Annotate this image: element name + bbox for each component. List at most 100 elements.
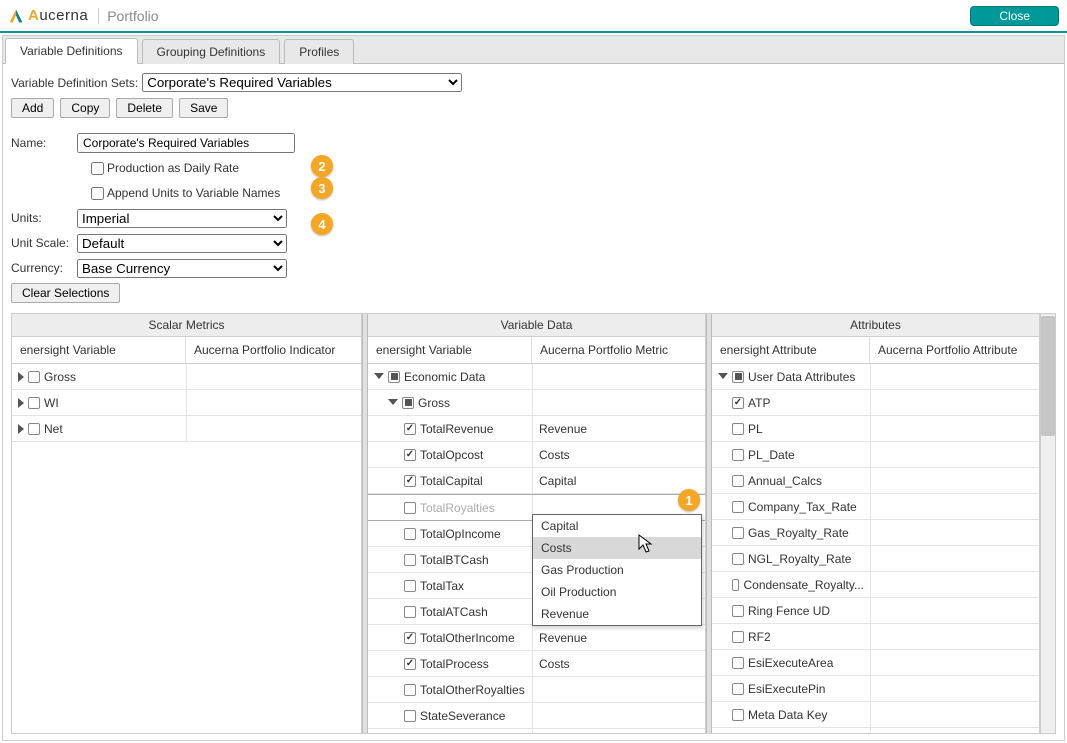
daily-rate-checkbox[interactable] xyxy=(91,162,104,175)
checkbox[interactable] xyxy=(732,371,744,383)
checkbox[interactable] xyxy=(732,397,744,409)
metric-cell[interactable] xyxy=(532,677,705,702)
metric-dropdown[interactable]: CapitalCostsGas ProductionOil Production… xyxy=(532,514,702,626)
checkbox[interactable] xyxy=(402,397,414,409)
attr-row[interactable]: RF2 xyxy=(712,624,1039,650)
attr-row[interactable]: Ring Fence UD xyxy=(712,598,1039,624)
attr-row[interactable]: PL_Date xyxy=(712,442,1039,468)
expand-icon[interactable] xyxy=(18,398,24,408)
scalar-row[interactable]: Gross xyxy=(12,364,361,390)
attr-row[interactable]: NGL_Royalty_Rate xyxy=(712,546,1039,572)
vdata-row[interactable]: TotalCapitalCapital xyxy=(368,468,705,494)
checkbox[interactable] xyxy=(404,606,416,618)
copy-button[interactable]: Copy xyxy=(60,98,110,118)
attr-row[interactable]: EsiExecuteArea xyxy=(712,650,1039,676)
vdata-col1[interactable]: enersight Variable xyxy=(368,337,532,363)
checkbox[interactable] xyxy=(732,501,744,513)
checkbox[interactable] xyxy=(732,553,744,565)
checkbox[interactable] xyxy=(732,475,744,487)
checkbox[interactable] xyxy=(404,449,416,461)
checkbox[interactable] xyxy=(732,579,739,591)
delete-button[interactable]: Delete xyxy=(116,98,173,118)
checkbox[interactable] xyxy=(732,631,744,643)
tab-variable-definitions[interactable]: Variable Definitions xyxy=(5,38,138,64)
metric-cell[interactable] xyxy=(532,703,705,728)
checkbox[interactable] xyxy=(732,709,744,721)
attrs-col2[interactable]: Aucerna Portfolio Attribute xyxy=(870,337,1039,363)
dropdown-option[interactable]: Capital xyxy=(533,515,701,537)
checkbox[interactable] xyxy=(28,423,40,435)
append-units-checkbox[interactable] xyxy=(91,187,104,200)
checkbox[interactable] xyxy=(388,371,400,383)
expand-icon[interactable] xyxy=(718,373,728,379)
metric-cell[interactable]: Revenue xyxy=(532,416,705,441)
attrs-col1[interactable]: enersight Attribute xyxy=(712,337,870,363)
attr-row[interactable]: Test_UD xyxy=(712,728,1039,733)
attr-row[interactable]: Annual_Calcs xyxy=(712,468,1039,494)
scalar-col2[interactable]: Aucerna Portfolio Indicator xyxy=(186,337,361,363)
metric-cell[interactable]: Costs xyxy=(532,651,705,676)
vdata-col2[interactable]: Aucerna Portfolio Metric xyxy=(532,337,705,363)
vdata-row[interactable]: TotalRevenueRevenue xyxy=(368,416,705,442)
metric-cell[interactable]: Costs xyxy=(532,442,705,467)
attr-row[interactable]: Meta Data Key xyxy=(712,702,1039,728)
checkbox[interactable] xyxy=(732,423,744,435)
checkbox[interactable] xyxy=(404,710,416,722)
tab-grouping-definitions[interactable]: Grouping Definitions xyxy=(142,39,281,64)
expand-icon[interactable] xyxy=(18,424,24,434)
scalar-col1[interactable]: enersight Variable xyxy=(12,337,186,363)
tab-profiles[interactable]: Profiles xyxy=(284,39,354,64)
attr-row[interactable]: EsiExecutePin xyxy=(712,676,1039,702)
sets-select[interactable]: Corporate's Required Variables xyxy=(142,73,462,92)
save-button[interactable]: Save xyxy=(179,98,228,118)
add-button[interactable]: Add xyxy=(11,98,54,118)
checkbox[interactable] xyxy=(732,605,744,617)
checkbox[interactable] xyxy=(404,632,416,644)
checkbox[interactable] xyxy=(28,371,40,383)
units-select[interactable]: Imperial xyxy=(77,209,287,228)
vdata-row[interactable]: TotalOtherIncomeRevenue xyxy=(368,625,705,651)
checkbox[interactable] xyxy=(404,684,416,696)
dropdown-option[interactable]: Oil Production xyxy=(533,581,701,603)
scroll-thumb[interactable] xyxy=(1041,316,1055,436)
currency-select[interactable]: Base Currency xyxy=(77,259,287,278)
attr-row[interactable]: Company_Tax_Rate xyxy=(712,494,1039,520)
vdata-row[interactable]: TotalOpcostCosts xyxy=(368,442,705,468)
checkbox[interactable] xyxy=(404,423,416,435)
vdata-row[interactable]: StateAdvalorum xyxy=(368,729,705,733)
expand-icon[interactable] xyxy=(388,399,398,405)
vdata-row[interactable]: TotalOtherRoyalties xyxy=(368,677,705,703)
checkbox[interactable] xyxy=(404,580,416,592)
attr-row[interactable]: Gas_Royalty_Rate xyxy=(712,520,1039,546)
vdata-row[interactable]: StateSeverance xyxy=(368,703,705,729)
checkbox[interactable] xyxy=(404,502,416,514)
scalar-row[interactable]: WI xyxy=(12,390,361,416)
checkbox[interactable] xyxy=(732,657,744,669)
checkbox[interactable] xyxy=(404,528,416,540)
dropdown-option[interactable]: Gas Production xyxy=(533,559,701,581)
attr-row[interactable]: PL xyxy=(712,416,1039,442)
checkbox[interactable] xyxy=(404,658,416,670)
metric-cell[interactable] xyxy=(532,729,705,733)
checkbox[interactable] xyxy=(732,683,744,695)
attr-row[interactable]: Condensate_Royalty... xyxy=(712,572,1039,598)
checkbox[interactable] xyxy=(732,527,744,539)
metric-cell[interactable]: Revenue xyxy=(532,625,705,650)
vdata-row[interactable]: TotalProcessCosts xyxy=(368,651,705,677)
dropdown-option[interactable]: Revenue xyxy=(533,603,701,625)
expand-icon[interactable] xyxy=(18,372,24,382)
metric-cell[interactable]: Capital xyxy=(532,468,705,493)
close-button[interactable]: Close xyxy=(970,6,1059,26)
dropdown-option[interactable]: Costs xyxy=(533,537,701,559)
checkbox[interactable] xyxy=(732,449,744,461)
name-input[interactable] xyxy=(77,133,295,153)
scalar-row[interactable]: Net xyxy=(12,416,361,442)
checkbox[interactable] xyxy=(404,475,416,487)
clear-selections-button[interactable]: Clear Selections xyxy=(11,283,120,303)
attr-row[interactable]: ATP xyxy=(712,390,1039,416)
checkbox[interactable] xyxy=(28,397,40,409)
checkbox[interactable] xyxy=(404,554,416,566)
expand-icon[interactable] xyxy=(374,373,384,379)
scale-select[interactable]: Default xyxy=(77,234,287,253)
outer-scrollbar[interactable] xyxy=(1040,314,1055,733)
